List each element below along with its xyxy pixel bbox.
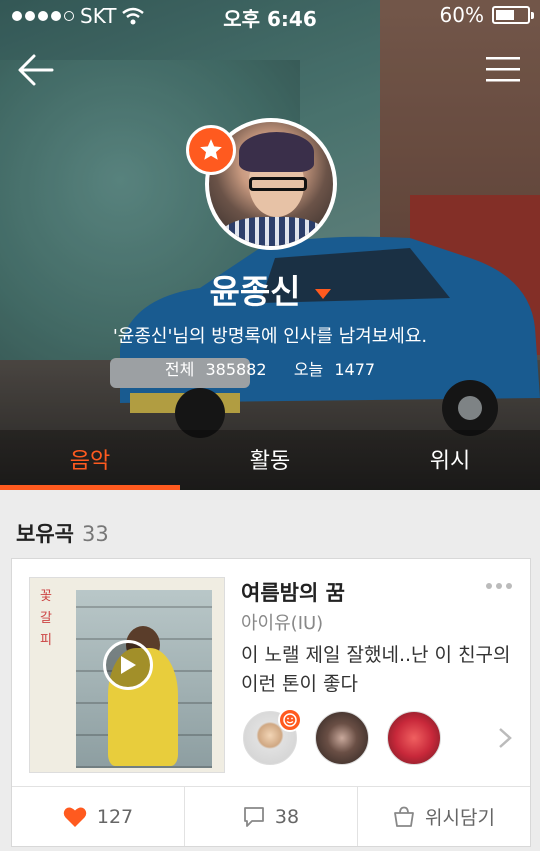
- song-comment: 이 노랠 제일 잘했네..난 이 친구의 이런 톤이 좋다: [241, 644, 511, 695]
- today-count: 1477: [334, 360, 376, 379]
- back-arrow-icon[interactable]: [16, 50, 56, 90]
- liker-avatar[interactable]: [387, 711, 441, 765]
- song-card[interactable]: 꽃 갈 피 여름밤의 꿈 아이유(IU) 이 노랠 제일 잘했네..난 이 친구…: [11, 558, 531, 847]
- liker-avatars: [243, 708, 441, 765]
- album-title-text: 꽃 갈 피: [40, 589, 52, 648]
- wish-label: 위시담기: [425, 807, 495, 829]
- shopping-bag-icon: [394, 806, 414, 827]
- comment-count: 38: [274, 805, 300, 828]
- section-count: 33: [81, 522, 109, 546]
- more-options-icon[interactable]: [486, 583, 512, 589]
- liker-avatar[interactable]: [243, 708, 302, 765]
- profile-name[interactable]: 윤종신: [0, 265, 540, 313]
- battery-icon: [492, 6, 534, 24]
- comment-button[interactable]: 38: [185, 787, 358, 846]
- battery-percent: 60%: [439, 3, 484, 27]
- heart-icon: [63, 807, 87, 827]
- like-button[interactable]: 127: [12, 787, 185, 846]
- profile-name-text: 윤종신: [209, 272, 301, 311]
- chevron-right-icon[interactable]: [498, 727, 512, 749]
- total-label: 전체: [164, 360, 195, 379]
- liker-avatar[interactable]: [315, 711, 369, 765]
- total-count: 385882: [205, 360, 267, 379]
- visit-counts: 전체 385882 오늘 1477: [0, 356, 540, 380]
- tab-music[interactable]: 음악: [0, 430, 180, 490]
- dropdown-caret-icon[interactable]: [314, 288, 331, 299]
- profile-tabs: 음악 활동 위시: [0, 430, 540, 490]
- today-label: 오늘: [293, 360, 324, 379]
- tab-activity[interactable]: 활동: [180, 430, 360, 490]
- menu-icon[interactable]: [486, 55, 520, 83]
- album-cover[interactable]: 꽃 갈 피: [29, 577, 225, 773]
- song-artist[interactable]: 아이유(IU): [241, 609, 323, 635]
- comment-icon: [244, 806, 264, 827]
- smile-badge-icon: [278, 708, 302, 732]
- status-bar: SKT 오후 6:46 60%: [0, 0, 540, 31]
- star-badge-icon: [186, 125, 236, 175]
- guestbook-prompt[interactable]: '윤종신'님의 방명록에 인사를 남겨보세요.: [0, 322, 540, 348]
- tab-wish[interactable]: 위시: [360, 430, 540, 490]
- wish-button[interactable]: 위시담기: [358, 787, 530, 846]
- card-actions: 127 38 위시담기: [12, 786, 530, 846]
- like-count: 127: [96, 805, 134, 828]
- section-title-text: 보유곡: [16, 522, 74, 546]
- profile-hero: SKT 오후 6:46 60% 윤종신 '윤종신'님의 방명록에 인사를 남겨보…: [0, 0, 540, 490]
- section-title: 보유곡 33: [16, 518, 109, 548]
- song-title[interactable]: 여름밤의 꿈: [241, 577, 345, 607]
- play-icon[interactable]: [103, 640, 153, 690]
